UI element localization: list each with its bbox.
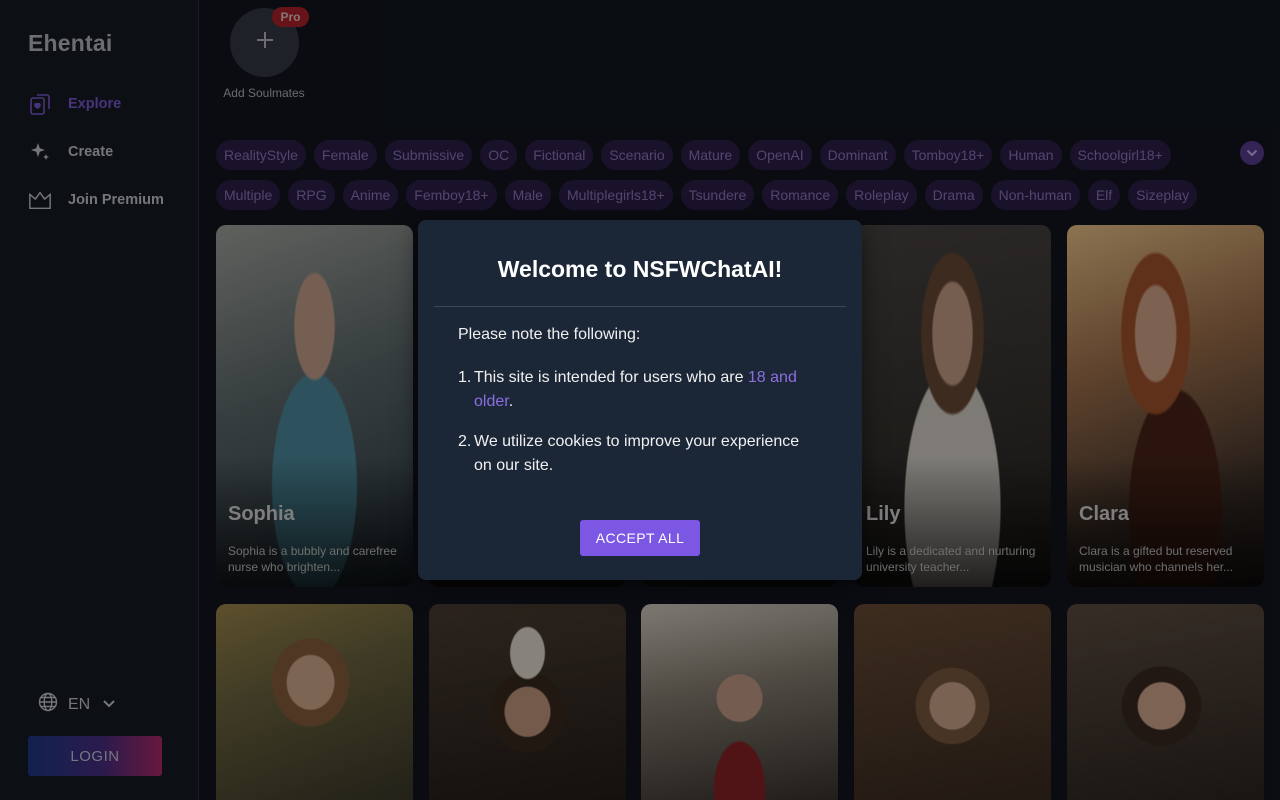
welcome-modal: Welcome to NSFWChatAI! Please note the f… — [418, 220, 862, 580]
modal-divider — [434, 306, 846, 307]
notice-list: 1. This site is intended for users who ar… — [458, 366, 818, 494]
notice-item-cookies: 2. We utilize cookies to improve your exp… — [458, 433, 800, 474]
modal-title: Welcome to NSFWChatAI! — [497, 256, 783, 282]
accept-all-button[interactable]: ACCEPT ALL — [580, 520, 700, 556]
notice-item-age: 1. This site is intended for users who ar… — [458, 369, 797, 410]
modal-intro: Please note the following: — [458, 326, 641, 343]
